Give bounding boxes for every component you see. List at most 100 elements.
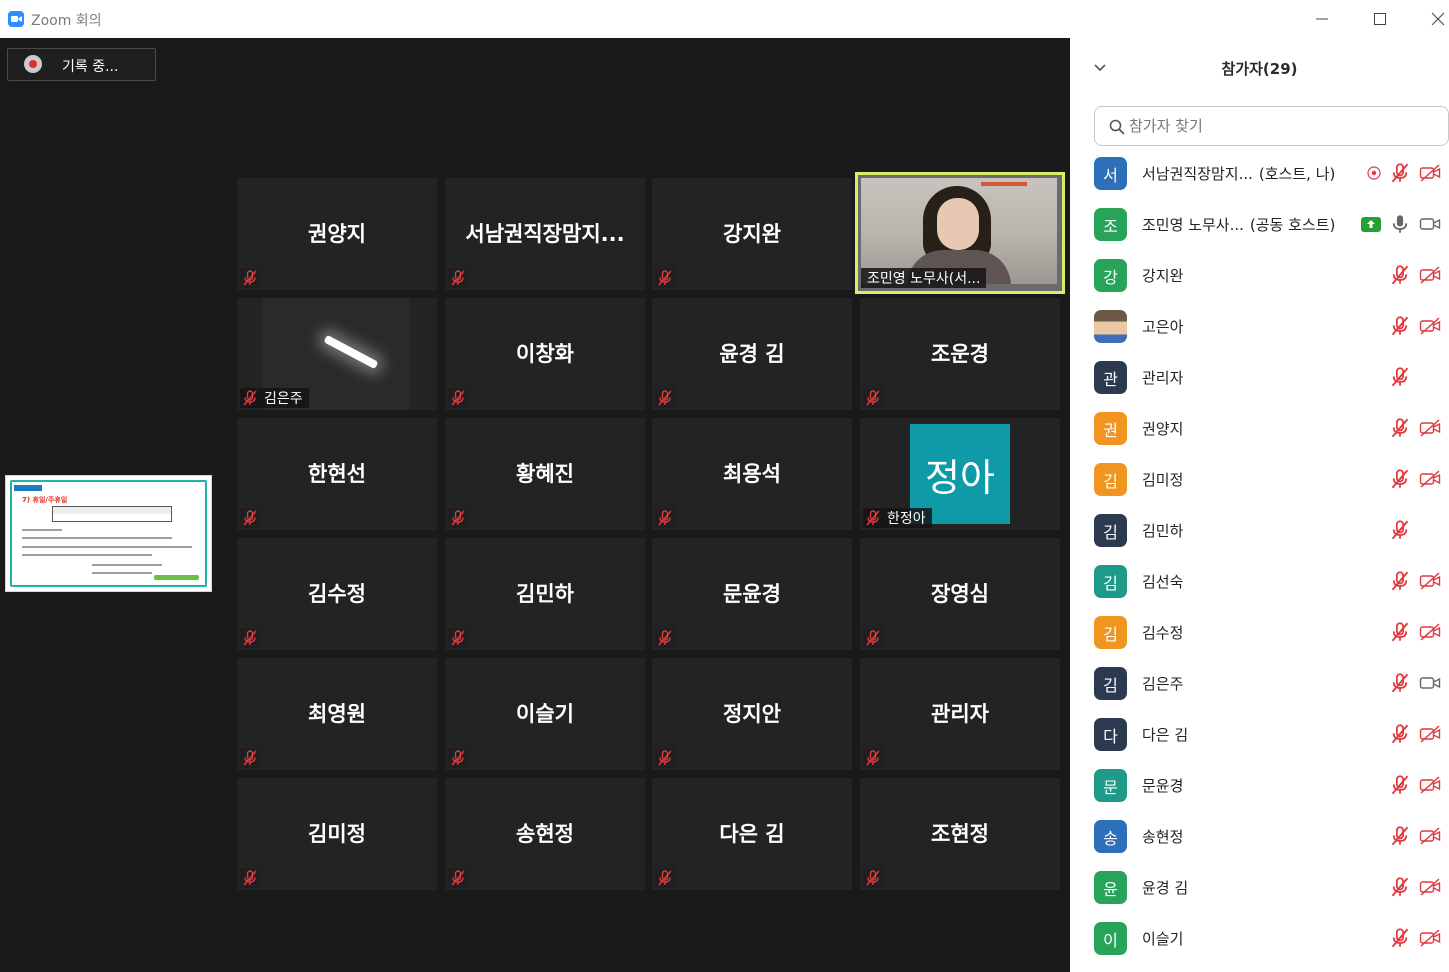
video-tile[interactable]: 조운경 <box>860 298 1060 410</box>
video-tile[interactable]: 정아 한정아 <box>860 418 1060 530</box>
participant-row[interactable]: 김 김민하 <box>1070 505 1449 556</box>
participant-row[interactable]: 송 송현정 <box>1070 811 1449 862</box>
slide-tag <box>14 485 42 491</box>
tile-participant-name: 김수정 <box>308 582 366 606</box>
video-tile[interactable]: 김은주 <box>237 298 437 410</box>
tile-name-caption: 조민영 노무사(서... <box>861 268 987 288</box>
participant-row[interactable]: 문 문윤경 <box>1070 760 1449 811</box>
slide-table <box>52 506 172 522</box>
video-tile[interactable]: 김수정 <box>237 538 437 650</box>
video-tile[interactable]: 서남권직장맘지... <box>445 178 645 290</box>
tile-participant-name: 다은 김 <box>719 822 785 846</box>
tile-participant-name: 최영원 <box>308 702 366 726</box>
participant-status-icons <box>1351 213 1441 235</box>
participant-row[interactable]: 김 김선숙 <box>1070 556 1449 607</box>
mic-muted-icon[interactable] <box>1391 877 1409 897</box>
participant-row[interactable]: 다 다은 김 <box>1070 709 1449 760</box>
mic-muted-icon[interactable] <box>1391 571 1409 591</box>
mic-muted-icon[interactable] <box>1391 622 1409 642</box>
video-tile[interactable]: 조현정 <box>860 778 1060 890</box>
participant-row[interactable]: 조 조민영 노무사... (공동 호스트) <box>1070 199 1449 250</box>
video-tile[interactable]: 권양지 <box>237 178 437 290</box>
search-input[interactable] <box>1129 113 1429 139</box>
participant-avatar: 다 <box>1094 718 1127 751</box>
video-tile[interactable]: 최용석 <box>652 418 852 530</box>
video-icon[interactable] <box>1419 674 1441 692</box>
mic-muted-icon[interactable] <box>1391 163 1409 183</box>
video-off-icon[interactable] <box>1419 419 1441 437</box>
video-tile[interactable]: 이창화 <box>445 298 645 410</box>
video-tile[interactable]: 최영원 <box>237 658 437 770</box>
video-icon[interactable] <box>1419 215 1441 233</box>
participant-row[interactable]: 윤 윤경 김 <box>1070 862 1449 913</box>
video-tile[interactable]: 관리자 <box>860 658 1060 770</box>
mic-muted-icon[interactable] <box>1391 469 1409 489</box>
tile-name-caption: 김은주 <box>240 388 309 408</box>
video-off-icon[interactable] <box>1419 470 1441 488</box>
video-tile[interactable]: 윤경 김 <box>652 298 852 410</box>
participant-avatar: 권 <box>1094 412 1127 445</box>
video-off-icon[interactable] <box>1419 725 1441 743</box>
video-tile[interactable]: 정지안 <box>652 658 852 770</box>
participant-row[interactable]: 김 김수정 <box>1070 607 1449 658</box>
participant-name: 김선숙 <box>1142 571 1183 592</box>
mic-icon[interactable] <box>1391 214 1409 234</box>
participants-title: 참가자(29) <box>1221 60 1298 78</box>
participant-name-text: 이슬기 <box>1142 930 1184 948</box>
minimize-button[interactable] <box>1308 6 1336 32</box>
mic-muted-icon[interactable] <box>1391 928 1409 948</box>
video-off-icon[interactable] <box>1419 266 1441 284</box>
video-tile[interactable]: 이슬기 <box>445 658 645 770</box>
participant-photo-avatar <box>1094 310 1127 343</box>
video-tile[interactable]: 조민영 노무사(서... <box>855 172 1065 294</box>
video-tile[interactable]: 다은 김 <box>652 778 852 890</box>
mic-muted-icon <box>240 868 260 888</box>
mic-muted-icon[interactable] <box>1391 826 1409 846</box>
mic-muted-icon[interactable] <box>1391 316 1409 336</box>
mic-muted-icon[interactable] <box>1391 673 1409 693</box>
video-off-icon[interactable] <box>1419 827 1441 845</box>
participant-row[interactable]: 고은아 <box>1070 301 1449 352</box>
mic-muted-icon[interactable] <box>1391 367 1409 387</box>
video-tile[interactable]: 김민하 <box>445 538 645 650</box>
shared-screen-thumbnail[interactable]: 7) 휴일/주휴일 <box>5 475 212 592</box>
video-tile[interactable]: 한현선 <box>237 418 437 530</box>
mic-muted-icon <box>863 508 883 528</box>
slide-text-line <box>22 529 62 531</box>
video-off-icon[interactable] <box>1419 623 1441 641</box>
video-off-icon[interactable] <box>1419 929 1441 947</box>
video-off-icon[interactable] <box>1419 572 1441 590</box>
participant-row[interactable]: 김 김은주 <box>1070 658 1449 709</box>
participant-row[interactable]: 김 김미정 <box>1070 454 1449 505</box>
participant-row[interactable]: 강 강지완 <box>1070 250 1449 301</box>
video-off-icon[interactable] <box>1419 317 1441 335</box>
video-off-icon[interactable] <box>1419 164 1441 182</box>
mic-muted-icon <box>448 748 468 768</box>
maximize-button[interactable] <box>1366 6 1394 32</box>
video-tile[interactable]: 송현정 <box>445 778 645 890</box>
recording-indicator[interactable]: 기록 중... <box>7 48 156 81</box>
participant-row[interactable]: 서 서남권직장맘지... (호스트, 나) <box>1070 148 1449 199</box>
video-tile[interactable]: 장영심 <box>860 538 1060 650</box>
participant-row[interactable]: 이 이슬기 <box>1070 913 1449 964</box>
mic-muted-icon[interactable] <box>1391 775 1409 795</box>
video-tile[interactable]: 강지완 <box>652 178 852 290</box>
mic-muted-icon[interactable] <box>1391 418 1409 438</box>
video-tile[interactable]: 황혜진 <box>445 418 645 530</box>
participant-row[interactable]: 권 권양지 <box>1070 403 1449 454</box>
mic-muted-icon[interactable] <box>1391 520 1409 540</box>
video-tile[interactable]: 문윤경 <box>652 538 852 650</box>
mic-muted-icon[interactable] <box>1391 265 1409 285</box>
close-button[interactable] <box>1424 6 1449 32</box>
screen-share-icon <box>1361 216 1381 232</box>
participant-row[interactable]: 관 관리자 <box>1070 352 1449 403</box>
mic-muted-icon[interactable] <box>1391 724 1409 744</box>
participant-avatar: 김 <box>1094 667 1127 700</box>
participant-status-icons <box>1381 264 1441 286</box>
video-tile[interactable]: 김미정 <box>237 778 437 890</box>
participant-search[interactable] <box>1094 106 1449 146</box>
tile-participant-name: 이슬기 <box>516 702 574 726</box>
video-off-icon[interactable] <box>1419 878 1441 896</box>
video-off-icon[interactable] <box>1419 776 1441 794</box>
slide-text-line <box>22 537 172 539</box>
